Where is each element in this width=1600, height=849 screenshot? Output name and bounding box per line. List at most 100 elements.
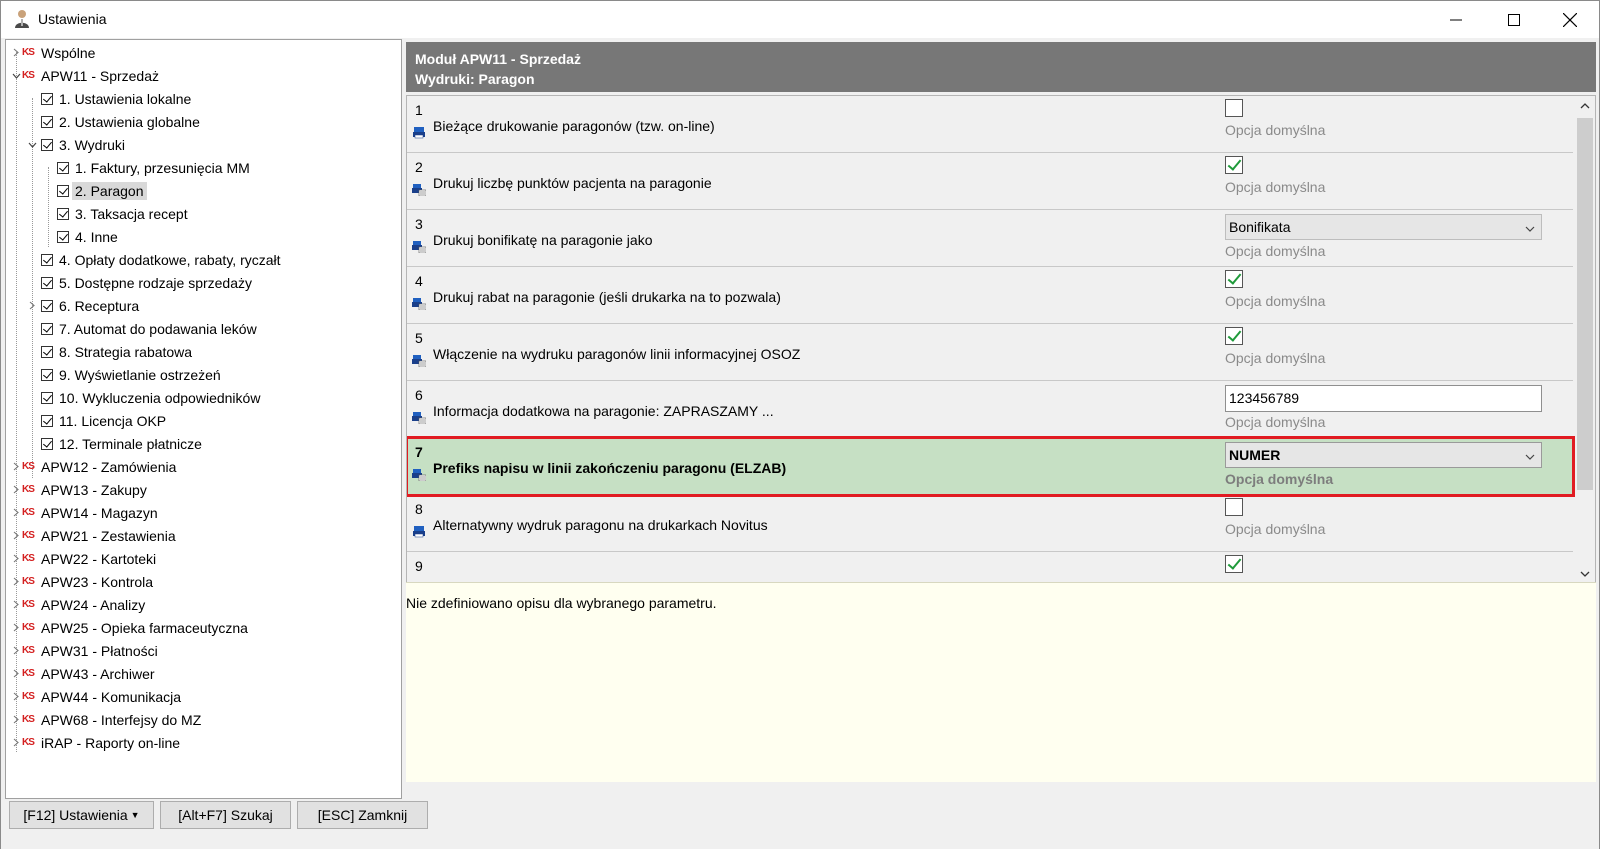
parameter-row[interactable]: 2 Drukuj liczbę punktów pacjenta na parag… — [407, 153, 1573, 210]
tree-item[interactable]: KS APW68 - Interfejsy do MZ — [22, 708, 204, 731]
checkbox-icon — [41, 322, 53, 335]
tree-item[interactable]: KS APW43 - Archiwer — [22, 662, 158, 685]
tree-connector-line — [48, 167, 49, 247]
tree-item[interactable]: 1. Faktury, przesunięcia MM — [57, 156, 253, 179]
checkbox-icon — [57, 230, 69, 243]
parameter-scrollbar[interactable] — [1574, 96, 1595, 586]
chevron-right-icon[interactable] — [10, 41, 22, 64]
parameter-row[interactable]: 1 Bieżące drukowanie paragonów (tzw. on-l… — [407, 96, 1573, 153]
parameter-checkbox[interactable] — [1225, 327, 1243, 345]
chevron-right-icon[interactable] — [10, 639, 22, 662]
checkbox-icon — [41, 299, 53, 312]
parameter-select[interactable]: Bonifikata — [1225, 214, 1542, 240]
parameter-row[interactable]: 5 Włączenie na wydruku paragonów linii in… — [407, 324, 1573, 381]
minimize-button[interactable] — [1427, 1, 1485, 38]
parameter-checkbox[interactable] — [1225, 498, 1243, 516]
checkbox-icon — [41, 138, 53, 151]
tree-item[interactable]: 2. Ustawienia globalne — [41, 110, 203, 133]
tree-item[interactable]: 3. Wydruki — [41, 133, 128, 156]
tree-item[interactable]: 9. Wyświetlanie ostrzeżeń — [41, 363, 224, 386]
default-option-label: Opcja domyślna — [1225, 243, 1326, 259]
printer-settings-icon — [412, 468, 427, 482]
parameter-checkbox[interactable] — [1225, 555, 1243, 573]
tree-item[interactable]: 3. Taksacja recept — [57, 202, 191, 225]
chevron-right-icon[interactable] — [10, 478, 22, 501]
tree-item[interactable]: KS APW21 - Zestawienia — [22, 524, 179, 547]
parameter-row[interactable]: 8 Alternatywny wydruk paragonu na drukark… — [407, 495, 1573, 552]
tree-item[interactable]: 7. Automat do podawania leków — [41, 317, 260, 340]
parameter-checkbox[interactable] — [1225, 270, 1243, 288]
chevron-down-icon[interactable] — [10, 64, 22, 87]
settings-button[interactable]: [F12] Ustawienia ▼ — [9, 801, 154, 829]
checkbox-icon — [41, 345, 53, 358]
minimize-icon — [1450, 19, 1462, 20]
tree-item[interactable]: 6. Receptura — [41, 294, 142, 317]
chevron-right-icon[interactable] — [10, 455, 22, 478]
tree-item[interactable]: 12. Terminale płatnicze — [41, 432, 205, 455]
tree-item[interactable]: KS APW44 - Komunikacja — [22, 685, 184, 708]
tree-item[interactable]: KS APW22 - Kartoteki — [22, 547, 159, 570]
bottom-toolbar: [F12] Ustawienia ▼ [Alt+F7] Szukaj [ESC]… — [1, 799, 1599, 849]
tree-item[interactable]: 2. Paragon — [57, 179, 147, 202]
tree-item[interactable]: 8. Strategia rabatowa — [41, 340, 195, 363]
chevron-right-icon[interactable] — [10, 685, 22, 708]
chevron-right-icon[interactable] — [10, 662, 22, 685]
close-icon — [1563, 12, 1577, 27]
chevron-right-icon[interactable] — [10, 731, 22, 754]
chevron-right-icon[interactable] — [26, 294, 38, 317]
tree-item[interactable]: 1. Ustawienia lokalne — [41, 87, 194, 110]
parameter-checkbox[interactable] — [1225, 156, 1243, 174]
tree-item[interactable]: KS APW11 - Sprzedaż — [22, 64, 162, 87]
chevron-down-icon[interactable] — [26, 133, 38, 156]
tree-item[interactable]: 4. Opłaty dodatkowe, rabaty, ryczałt — [41, 248, 284, 271]
chevron-right-icon[interactable] — [10, 524, 22, 547]
tree-item[interactable]: 11. Licencja OKP — [41, 409, 169, 432]
search-button[interactable]: [Alt+F7] Szukaj — [160, 801, 291, 829]
scroll-down-button[interactable] — [1574, 564, 1595, 584]
close-button-label: [ESC] Zamknij — [317, 807, 408, 823]
tree-item[interactable]: 10. Wykluczenia odpowiedników — [41, 386, 263, 409]
tree-item[interactable]: 4. Inne — [57, 225, 121, 248]
chevron-right-icon[interactable] — [10, 616, 22, 639]
parameter-select[interactable]: NUMER — [1225, 442, 1542, 468]
tree-item[interactable]: KS iRAP - Raporty on-line — [22, 731, 183, 754]
parameter-row[interactable]: 6 Informacja dodatkowa na paragonie: ZAPR… — [407, 381, 1573, 438]
parameter-checkbox[interactable] — [1225, 99, 1243, 117]
maximize-button[interactable] — [1485, 1, 1543, 38]
tree-item-label: Wspólne — [41, 44, 96, 61]
tree-item[interactable]: KS APW14 - Magazyn — [22, 501, 161, 524]
tree-item[interactable]: KS APW24 - Analizy — [22, 593, 148, 616]
parameter-row[interactable]: 3 Drukuj bonifikatę na paragonie jako Boni… — [407, 210, 1573, 267]
select-value: NUMER — [1229, 447, 1281, 463]
chevron-down-icon — [1580, 571, 1589, 577]
close-dialog-button[interactable]: [ESC] Zamknij — [297, 801, 428, 829]
tree-item[interactable]: KS Wspólne — [22, 41, 98, 64]
dropdown-caret-icon: ▼ — [130, 810, 140, 820]
parameter-row[interactable]: 7 Prefiks napisu w linii zakończeniu para… — [407, 436, 1575, 497]
tree-item[interactable]: 5. Dostępne rodzaje sprzedaży — [41, 271, 255, 294]
tree-item[interactable]: KS APW31 - Płatności — [22, 639, 161, 662]
tree-item[interactable]: KS APW25 - Opieka farmaceutyczna — [22, 616, 251, 639]
parameter-number: 9 — [415, 558, 423, 574]
parameter-number: 3 — [415, 216, 423, 232]
close-button[interactable] — [1541, 1, 1599, 38]
tree-item-label: 3. Taksacja recept — [75, 205, 188, 222]
tree-item[interactable]: KS APW13 - Zakupy — [22, 478, 150, 501]
parameter-row[interactable]: 4 Drukuj rabat na paragonie (jeśli drukar… — [407, 267, 1573, 324]
chevron-right-icon[interactable] — [10, 501, 22, 524]
scroll-up-button[interactable] — [1574, 96, 1595, 116]
chevron-right-icon[interactable] — [10, 708, 22, 731]
tree-item[interactable]: KS APW12 - Zamówienia — [22, 455, 179, 478]
tree-item-label: APW43 - Archiwer — [41, 665, 155, 682]
tree-item[interactable]: KS APW23 - Kontrola — [22, 570, 156, 593]
ks-logo-icon: KS — [22, 507, 35, 518]
default-option-label: Opcja domyślna — [1225, 350, 1326, 366]
tree-item-label: APW21 - Zestawienia — [41, 527, 176, 544]
chevron-right-icon[interactable] — [10, 547, 22, 570]
chevron-right-icon[interactable] — [10, 593, 22, 616]
parameter-text-input[interactable]: 123456789 — [1225, 385, 1542, 412]
parameter-label: Drukuj liczbę punktów pacjenta na parago… — [433, 175, 712, 191]
scroll-thumb[interactable] — [1577, 118, 1593, 490]
chevron-right-icon[interactable] — [10, 570, 22, 593]
chevron-down-icon — [1525, 219, 1535, 235]
